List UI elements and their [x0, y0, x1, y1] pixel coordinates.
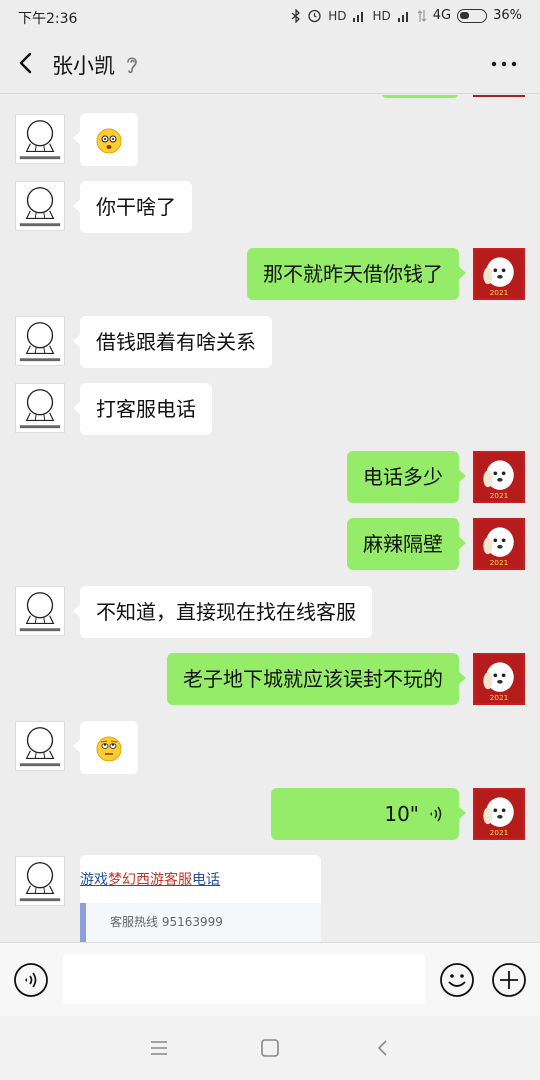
- contact-avatar[interactable]: [15, 114, 65, 164]
- image-message-title: 游戏梦幻西游客服电话: [80, 869, 220, 889]
- battery-percent: 36%: [493, 8, 522, 23]
- data-arrows-icon: [417, 9, 427, 22]
- message-bubble-incoming[interactable]: 你干啥了: [73, 181, 192, 233]
- hd-signal-1: HD: [328, 8, 347, 23]
- network-type: 4G: [432, 8, 452, 23]
- chat-header: 张小凯: [0, 34, 540, 94]
- panel-accent-bar: [80, 903, 86, 942]
- my-avatar[interactable]: 2021: [473, 518, 525, 570]
- dizzy-face-emoji-icon: [96, 128, 122, 153]
- puppy-avatar-icon: 2021: [475, 453, 523, 501]
- previous-avatar-partial: [473, 95, 525, 97]
- alarm-icon: [308, 9, 321, 23]
- sketch-avatar-icon: [19, 120, 61, 160]
- message-bubble-incoming[interactable]: [73, 721, 138, 774]
- my-avatar[interactable]: 2021: [473, 451, 525, 503]
- my-avatar[interactable]: 2021: [473, 248, 525, 300]
- avatar-caption: 2021: [490, 288, 509, 297]
- avatar-caption: 2021: [490, 558, 509, 567]
- sketch-avatar-icon: [19, 322, 61, 362]
- avatar-caption: 2021: [490, 828, 509, 837]
- contact-avatar[interactable]: [15, 316, 65, 366]
- hotline-text: 客服热线 95163999: [110, 915, 223, 929]
- message-bubble-incoming[interactable]: 打客服电话: [73, 383, 212, 435]
- status-bar: 下午2:36 HD HD 4G 36%: [0, 0, 540, 34]
- signal-icon: [353, 11, 364, 22]
- puppy-avatar-icon: 2021: [475, 790, 523, 838]
- title-part-3: 电话: [192, 872, 220, 888]
- my-avatar[interactable]: 2021: [473, 653, 525, 705]
- menu-icon[interactable]: [147, 1036, 171, 1060]
- bluetooth-icon: [291, 8, 301, 23]
- voice-wave-icon: [430, 806, 442, 822]
- system-back-icon[interactable]: [371, 1036, 395, 1060]
- message-bubble-outgoing[interactable]: 麻辣隔壁: [347, 518, 466, 570]
- previous-bubble-partial: [381, 95, 459, 98]
- more-options-icon[interactable]: [490, 52, 518, 76]
- message-bubble-incoming[interactable]: 不知道，直接现在找在线客服: [73, 586, 372, 638]
- image-message[interactable]: 游戏梦幻西游客服电话 客服热线 95163999: [80, 855, 321, 942]
- avatar-caption: 2021: [490, 491, 509, 500]
- message-bubble-incoming[interactable]: [73, 113, 138, 166]
- puppy-avatar-icon: 2021: [475, 520, 523, 568]
- contact-avatar[interactable]: [15, 181, 65, 231]
- earpiece-mode-icon: [127, 57, 137, 74]
- sketch-avatar-icon: [19, 592, 61, 632]
- sketch-avatar-icon: [19, 727, 61, 767]
- message-bubble-outgoing[interactable]: 老子地下城就应该误封不玩的: [167, 653, 466, 705]
- voice-message-bubble[interactable]: 10": [271, 788, 466, 840]
- message-input[interactable]: [63, 954, 425, 1004]
- signal-icon-2: [397, 11, 408, 22]
- status-time: 下午2:36: [18, 11, 78, 27]
- contact-avatar[interactable]: [15, 856, 65, 906]
- home-icon[interactable]: [258, 1036, 282, 1060]
- my-avatar[interactable]: 2021: [473, 788, 525, 840]
- plus-icon[interactable]: [491, 962, 527, 998]
- emoji-icon[interactable]: [439, 962, 475, 998]
- message-bubble-outgoing[interactable]: 那不就昨天借你钱了: [247, 248, 466, 300]
- image-message-panel: 客服热线 95163999: [80, 903, 321, 942]
- contact-avatar[interactable]: [15, 383, 65, 433]
- status-icons: HD HD 4G 36%: [291, 8, 522, 23]
- contact-avatar[interactable]: [15, 586, 65, 636]
- back-arrow-icon[interactable]: [12, 48, 42, 78]
- voice-message-content: 10": [287, 800, 443, 828]
- message-bubble-outgoing[interactable]: 电话多少: [347, 451, 466, 503]
- voice-duration: 10": [384, 802, 419, 826]
- hd-signal-2: HD: [372, 8, 391, 23]
- eye-roll-emoji-icon: [96, 736, 122, 761]
- input-bar: [0, 942, 540, 1016]
- battery-icon: [457, 8, 488, 23]
- chat-title: 张小凯: [52, 54, 115, 78]
- sketch-avatar-icon: [19, 187, 61, 227]
- contact-avatar[interactable]: [15, 721, 65, 771]
- puppy-avatar-icon: 2021: [475, 655, 523, 703]
- title-part-1: 游戏: [80, 872, 108, 888]
- voice-input-icon[interactable]: [13, 962, 49, 998]
- sketch-avatar-icon: [19, 389, 61, 429]
- message-bubble-incoming[interactable]: 借钱跟着有啥关系: [73, 316, 272, 368]
- avatar-caption: 2021: [490, 693, 509, 702]
- sketch-avatar-icon: [19, 862, 61, 902]
- title-part-2: 梦幻西游客服: [108, 872, 192, 888]
- puppy-avatar-icon: 2021: [475, 250, 523, 298]
- chat-message-list[interactable]: 你干啥了 那不就昨天借你钱了 2021 借钱跟着有啥关系 打客服电话 电话多少 …: [0, 95, 540, 942]
- system-navigation-bar: [0, 1016, 540, 1080]
